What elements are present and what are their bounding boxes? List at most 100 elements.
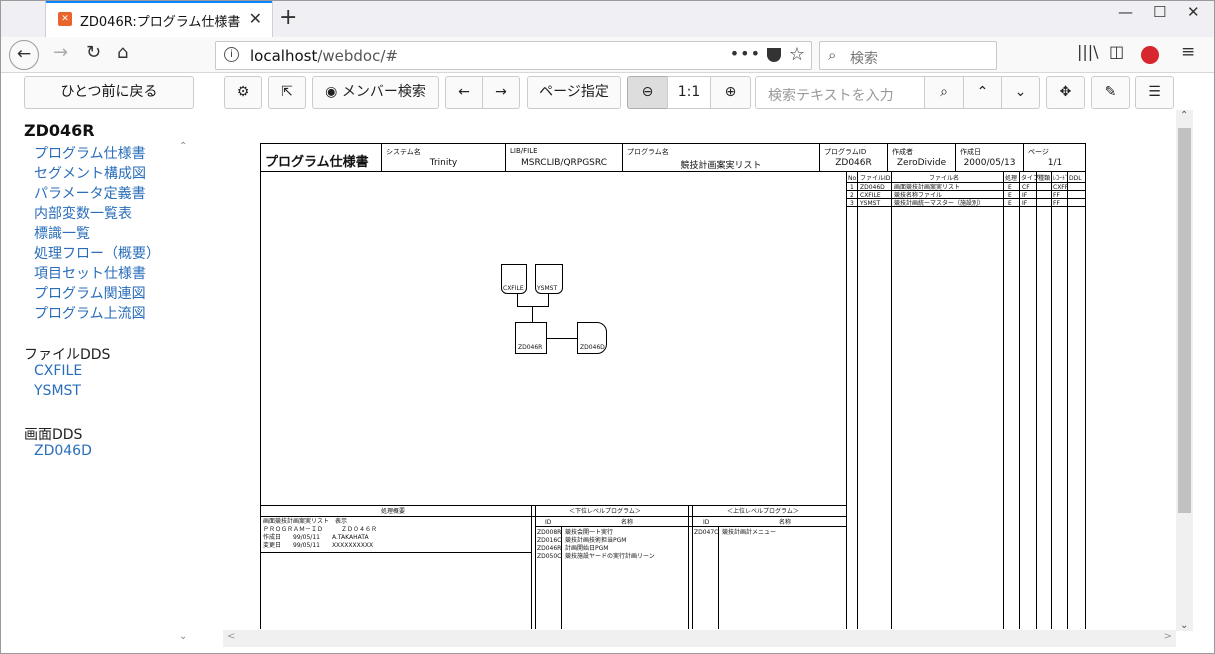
browser-search[interactable]: ⌕ 検索 [819,41,997,70]
sidebar-item-parameter[interactable]: パラメータ定義書 [34,183,146,203]
scroll-down-icon[interactable]: ⌄ [1180,620,1188,631]
url-bar[interactable]: i localhost/webdoc/# ••• ☆ [215,41,812,70]
maximize-icon[interactable]: ☐ [1153,3,1166,21]
find-prev-button[interactable]: ⌃ [963,76,1002,109]
find-text-input[interactable]: 検索テキストを入力 [755,76,925,109]
tab-bar: ✕ ZD046R:プログラム仕様書 ✕ + — ☐ ✕ [1,1,1214,37]
lower-row-name: 競技施設ヤードの実行計画リーン [565,553,655,560]
display-shape: ZD046D [577,322,607,354]
lower-row-id: ZD016C [537,537,562,544]
scroll-left-icon[interactable]: < [227,631,235,642]
list-button[interactable]: ☰ [1135,76,1174,109]
sheet-hline [261,505,846,506]
page-actions-icon[interactable]: ••• [730,44,761,63]
prev-button[interactable]: ← [445,76,483,109]
forward-icon[interactable]: → [53,42,68,63]
scroll-right-icon[interactable]: > [1164,631,1172,642]
zoom-in-icon: ⊕ [724,84,737,100]
center-button[interactable]: ✥ [1046,76,1085,109]
zoom-out-button[interactable]: ⊖ [627,76,668,109]
bottom-hline [261,552,531,553]
bookmark-star-icon[interactable]: ☆ [789,44,805,65]
pocket-icon[interactable] [767,48,781,62]
sidebar-toggle-icon[interactable]: ◫ [1109,42,1124,61]
scrollbar-thumb[interactable] [1178,128,1191,513]
sidebar-file-cxfile[interactable]: CXFILE [34,363,82,379]
page-select-button[interactable]: ページ指定 [527,76,621,109]
zoom-out-icon: ⊖ [641,84,654,100]
sidebar: ZD046R プログラム仕様書 セグメント構成図 パラメータ定義書 内部変数一覧… [1,113,194,653]
sidebar-screen-zd046d[interactable]: ZD046D [34,443,92,459]
lower-row-name: 計画開始日PGM [565,545,609,552]
prev-page-button[interactable]: ひとつ前に戻る [24,76,194,109]
summary-line: 変更日 99/05/11 XXXXXXXXXX [263,542,374,549]
window-close-icon[interactable]: ✕ [1187,3,1200,21]
sidebar-item-indicators[interactable]: 標識一覧 [34,223,90,243]
file-row-cell: IF [1022,192,1028,199]
file-table-line [1003,172,1004,629]
zoom-in-button[interactable]: ⊕ [710,76,751,109]
display-shape-label: ZD046D [580,344,605,351]
file-col-rec: ﾚｺｰﾄﾞ [1053,175,1069,182]
file-col-proc: 処理 [1005,175,1018,182]
document-viewport: プログラム仕様書 システム名 Trinity LIB/FILE MSRCLIB/QR… [194,113,1194,629]
pid-value: ZD046R [835,158,872,168]
summary-line: ＰＲＯＧＲＡＭ－ＩＤ ＺＤ０４６Ｒ [263,526,378,533]
export-button[interactable]: ✎ [1091,76,1130,109]
scroll-down-icon[interactable]: ⌄ [179,631,187,642]
new-tab-icon[interactable]: + [279,5,297,30]
home-icon[interactable]: ⌂ [117,42,128,63]
extension-icon[interactable] [1141,46,1159,64]
find-placeholder: 検索テキストを入力 [768,88,894,104]
tab-active[interactable]: ✕ ZD046R:プログラム仕様書 ✕ [45,1,273,37]
reload-icon[interactable]: ↻ [86,42,101,63]
sidebar-item-segment[interactable]: セグメント構成図 [34,163,146,183]
file-row-cell: IF [1022,200,1028,207]
document-horizontal-scrollbar[interactable]: < > [223,630,1176,647]
menu-icon[interactable]: ≡ [1181,42,1195,62]
back-icon[interactable]: ← [9,40,39,70]
sidebar-item-upstream[interactable]: プログラム上流図 [34,303,146,323]
member-search-button[interactable]: ◉ メンバー検索 [312,76,439,109]
info-icon[interactable]: i [224,47,239,62]
lower-row-id: ZD050C [537,553,562,560]
library-icon[interactable]: |||\ [1077,42,1099,61]
sidebar-title: ZD046R [24,121,95,140]
date-value: 2000/05/13 [963,158,1016,168]
file-ysmst-shape: YSMST [535,264,563,294]
next-button[interactable]: → [482,76,520,109]
web-content: ひとつ前に戻る ⚙ ⇱ ◉ メンバー検索 ← → ページ指定 ⊖ 1:1 ⊕ 検… [1,73,1214,653]
minimize-icon[interactable]: — [1118,3,1133,21]
find-button[interactable]: ⌕ [924,76,964,109]
file-cxfile-shape: CXFILE [501,264,527,294]
sidebar-item-variables[interactable]: 内部変数一覧表 [34,203,132,223]
search-icon: ⌕ [828,46,837,64]
tab-close-icon[interactable]: ✕ [249,9,262,28]
lower-heading: ＜下位レベルプログラム＞ [569,508,641,515]
sidebar-item-related[interactable]: プログラム関連図 [34,283,146,303]
document-vertical-scrollbar[interactable]: ⌃ ⌄ [1176,110,1193,631]
connector [517,294,518,306]
sheet-divider [846,172,847,629]
bottom-hline [261,516,846,517]
open-external-button[interactable]: ⇱ [268,76,306,109]
sidebar-item-fieldset[interactable]: 項目セット仕様書 [34,263,146,283]
file-row-cell: 画面競技計画案実リスト [894,184,961,191]
favicon-icon: ✕ [58,12,72,26]
pid-cell: プログラムID ZD046R [820,144,888,172]
sidebar-item-flow[interactable]: 処理フロー（概要） [34,243,160,263]
file-row-cell: 競技計画統ーマスター（施設別） [894,200,985,207]
scroll-up-icon[interactable]: ⌃ [1180,110,1188,121]
connector [532,306,533,322]
pid-key: プログラムID [824,148,867,156]
sidebar-scrollbar[interactable]: ⌃ ⌄ [176,141,193,651]
file-row-cell: FF [1053,192,1060,199]
sidebar-item-spec[interactable]: プログラム仕様書 [34,143,146,163]
settings-button[interactable]: ⚙ [224,76,262,109]
find-next-button[interactable]: ⌄ [1001,76,1040,109]
file-row-cell: ZD046D [860,184,885,191]
scroll-up-icon[interactable]: ⌃ [179,141,187,152]
date-key: 作成日 [960,148,981,156]
sidebar-file-ysmst[interactable]: YSMST [34,383,81,399]
program-key: プログラム名 [627,148,669,156]
